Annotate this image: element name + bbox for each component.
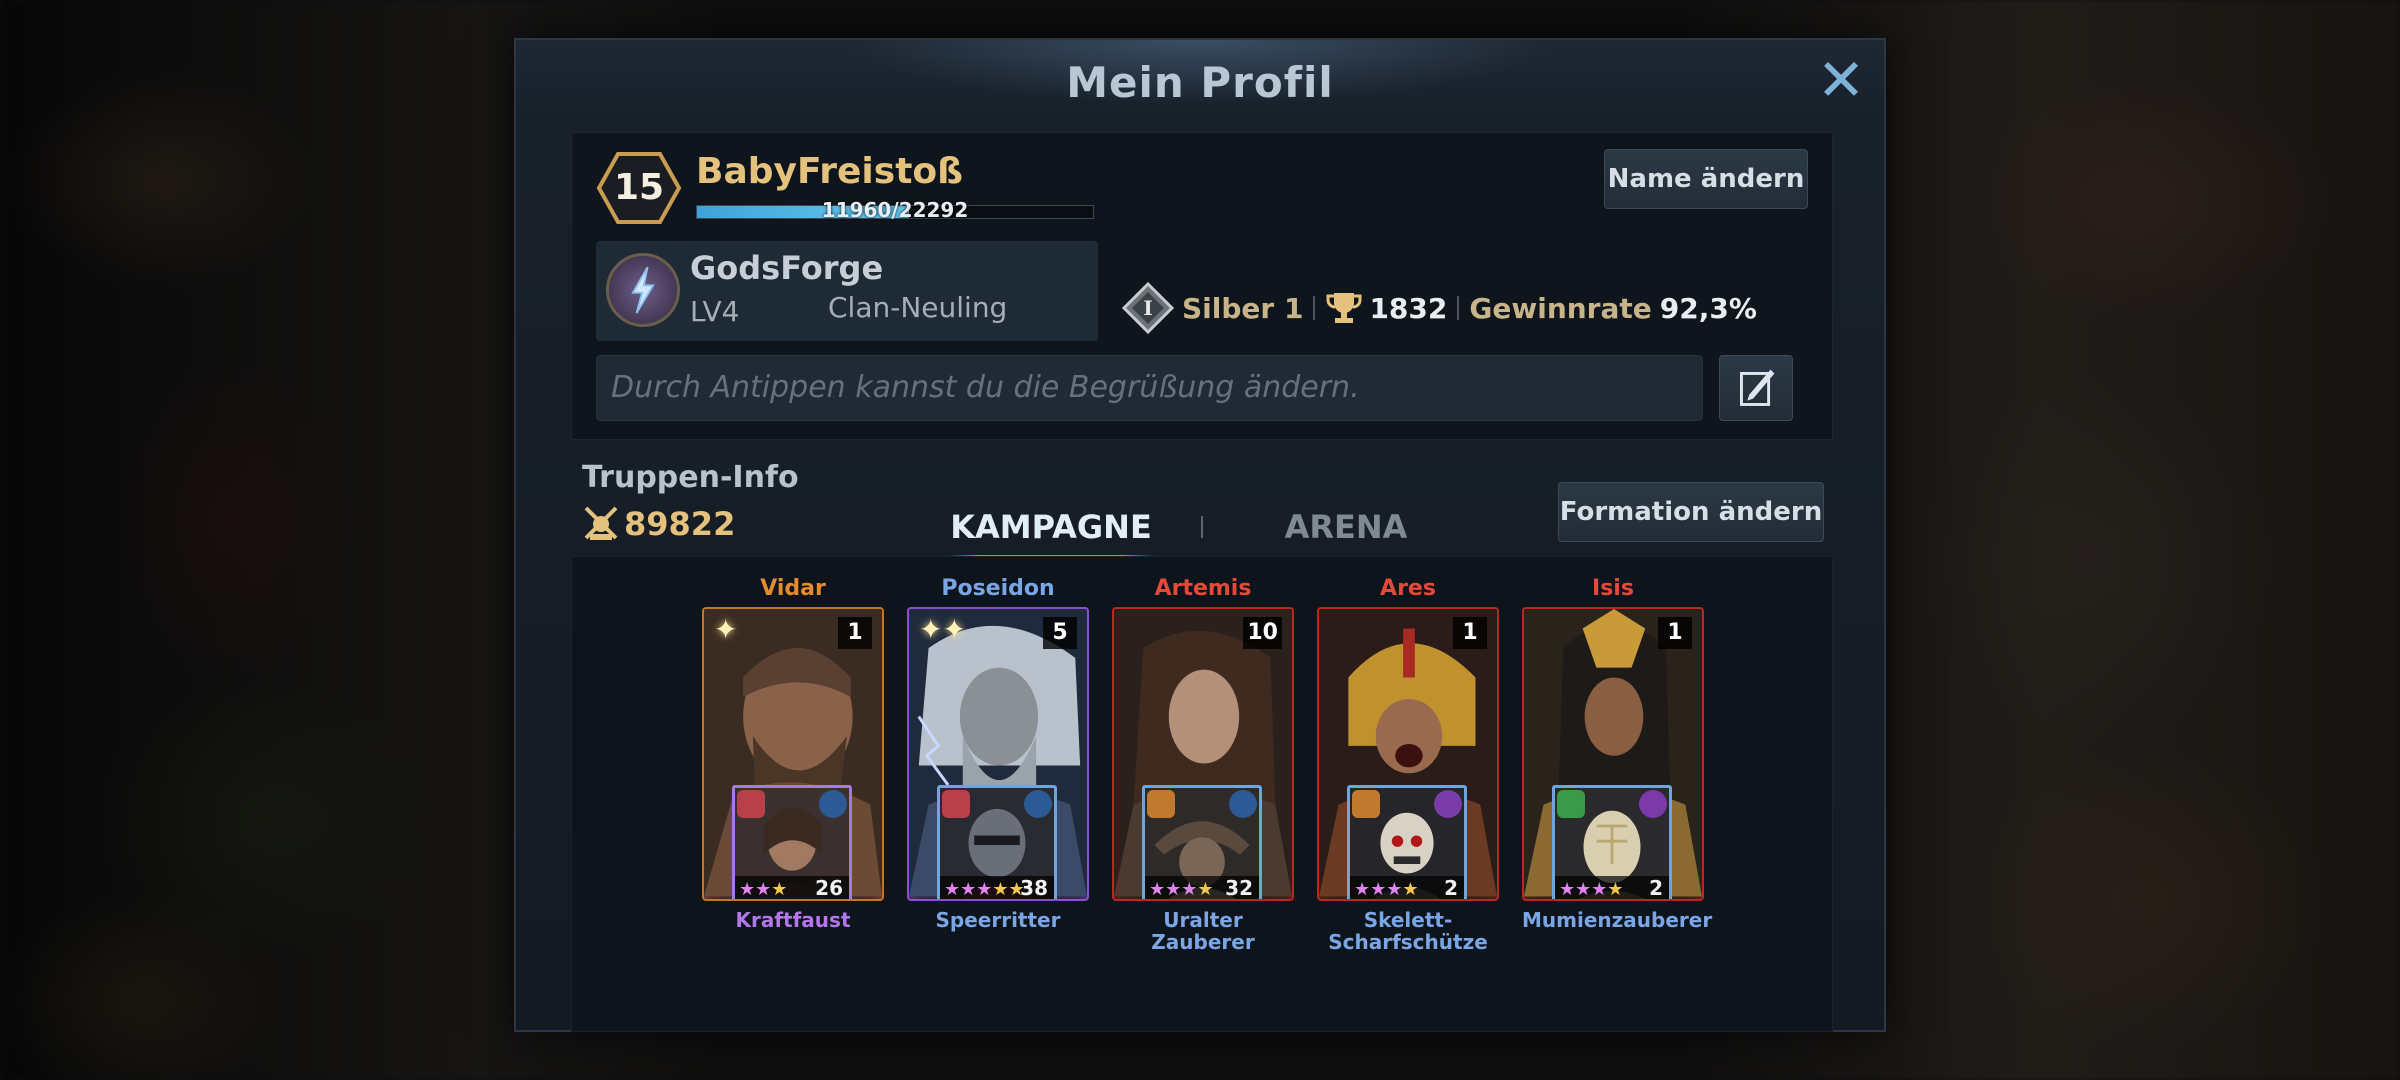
divider — [1457, 296, 1460, 320]
trophy-icon — [1326, 293, 1362, 323]
unit-name: Skelett-Scharfschütze — [1328, 908, 1488, 954]
hero-level: 1 — [1658, 617, 1692, 649]
hero-card[interactable]: ✦✦ 5 ★★★ ★★ 38 — [907, 607, 1089, 901]
unit-name: Kraftfaust — [735, 908, 851, 932]
svg-text:I: I — [1143, 296, 1152, 320]
crossed-swords-icon — [584, 506, 618, 540]
hero-card[interactable]: 1 ★★★ ★ 2 — [1317, 607, 1499, 901]
tab-divider — [1201, 516, 1203, 538]
player-name: BabyFreistoß — [696, 151, 964, 192]
hero-slot[interactable]: Vidar ✦ 1 ★★ ★ 26 Kraftfaust — [702, 575, 884, 931]
winrate-label: Gewinnrate — [1469, 291, 1652, 325]
unit-name: Uralter Zauberer — [1151, 908, 1255, 954]
edit-greeting-button[interactable] — [1719, 355, 1793, 421]
hero-name: Artemis — [1154, 576, 1252, 601]
troop-power: 89822 — [582, 504, 735, 544]
team-panel: Vidar ✦ 1 ★★ ★ 26 Kraftfaust Poseidon ✦✦… — [571, 556, 1833, 1032]
unit-count: 2 — [1649, 876, 1663, 900]
rename-button[interactable]: Name ändern — [1604, 149, 1808, 209]
unit-element-icon — [1229, 790, 1257, 818]
hero-slot[interactable]: Isis 1 ★★★ ★ 2 Mumienzauberer — [1522, 575, 1713, 932]
clan-level: LV4 — [690, 295, 740, 328]
hero-name: Ares — [1380, 576, 1436, 601]
hero-level: 1 — [1453, 617, 1487, 649]
unit-count: 26 — [815, 876, 843, 900]
trophy-count: 1832 — [1369, 291, 1448, 325]
level-badge: 15 — [596, 151, 682, 225]
hero-star-icon: ✦✦ — [919, 613, 966, 646]
hero-star-icon: ✦ — [714, 613, 738, 646]
xp-text: 11960/22292 — [821, 198, 969, 222]
hero-slot[interactable]: Ares 1 ★★★ ★ 2 Skelett-Scharfschütze — [1317, 575, 1499, 953]
arena-rank-text: Silber 1 — [1182, 291, 1304, 325]
unit-class-icon — [942, 790, 970, 818]
unit-name: Speerritter — [935, 908, 1061, 932]
xp-progress-bar: 11960/22292 — [696, 198, 1094, 222]
hero-slot[interactable]: Poseidon ✦✦ 5 ★★★ ★★ 38 Speerritter — [907, 575, 1089, 931]
hero-name: Isis — [1592, 576, 1634, 601]
hero-name: Poseidon — [941, 576, 1055, 601]
unit-card[interactable]: ★★★ ★ 32 — [1142, 785, 1262, 900]
unit-class-icon — [1352, 790, 1380, 818]
skull-element-icon — [1434, 790, 1462, 818]
hero-level: 5 — [1043, 617, 1077, 649]
power-value: 89822 — [624, 505, 736, 543]
tab-arena[interactable]: ARENA — [1256, 502, 1436, 552]
clan-rank: Clan-Neuling — [828, 291, 1008, 324]
close-icon[interactable]: ✕ — [1817, 46, 1866, 114]
unit-card[interactable]: ★★★ ★★ 38 — [937, 785, 1057, 900]
unit-count: 38 — [1020, 876, 1048, 900]
skull-element-icon — [1639, 790, 1667, 818]
tab-campaign[interactable]: KAMPAGNE — [948, 502, 1154, 560]
unit-card[interactable]: ★★★ ★ 2 — [1552, 785, 1672, 900]
stats-row: I Silber 1 1832 Gewinnrate 92,3% — [1122, 282, 1757, 334]
edit-icon — [1740, 369, 1775, 406]
hero-card[interactable]: 10 ★★★ ★ 32 — [1112, 607, 1294, 901]
divider — [1313, 296, 1316, 320]
unit-element-icon — [1024, 790, 1052, 818]
hero-name: Vidar — [760, 576, 826, 601]
close-button[interactable]: ✕ — [1814, 51, 1868, 109]
unit-card[interactable]: ★★ ★ 26 — [732, 785, 852, 900]
greeting-input[interactable]: Durch Antippen kannst du die Begrüßung ä… — [596, 355, 1703, 421]
profile-panel: 15 BabyFreistoß 11960/22292 Name ändern … — [571, 132, 1833, 440]
unit-count: 32 — [1225, 876, 1253, 900]
unit-element-icon — [819, 790, 847, 818]
unit-name: Mumienzauberer — [1522, 908, 1713, 932]
winrate-value: 92,3% — [1659, 291, 1757, 325]
dialog-title: Mein Profil — [1066, 58, 1334, 107]
hero-level: 10 — [1243, 617, 1282, 649]
hero-card[interactable]: 1 ★★★ ★ 2 — [1522, 607, 1704, 901]
clan-name: GodsForge — [690, 249, 884, 287]
hero-card[interactable]: ✦ 1 ★★ ★ 26 — [702, 607, 884, 901]
unit-class-icon — [737, 790, 765, 818]
player-level: 15 — [613, 167, 665, 208]
unit-count: 2 — [1444, 876, 1458, 900]
arena-rank-icon: I — [1122, 282, 1174, 334]
clan-box[interactable]: GodsForge LV4 Clan-Neuling — [596, 241, 1098, 341]
change-formation-button[interactable]: Formation ändern — [1558, 482, 1824, 542]
profile-dialog: Mein Profil ✕ 15 BabyFreistoß 11960/2229… — [514, 38, 1886, 1032]
hero-level: 1 — [838, 617, 872, 649]
hero-slot[interactable]: Artemis 10 ★★★ ★ 32 Uralter Zauberer — [1112, 575, 1294, 953]
unit-class-icon — [1147, 790, 1175, 818]
clan-emblem-icon — [606, 253, 680, 327]
troop-info-label: Truppen-Info — [582, 460, 799, 495]
unit-class-icon — [1557, 790, 1585, 818]
unit-card[interactable]: ★★★ ★ 2 — [1347, 785, 1467, 900]
